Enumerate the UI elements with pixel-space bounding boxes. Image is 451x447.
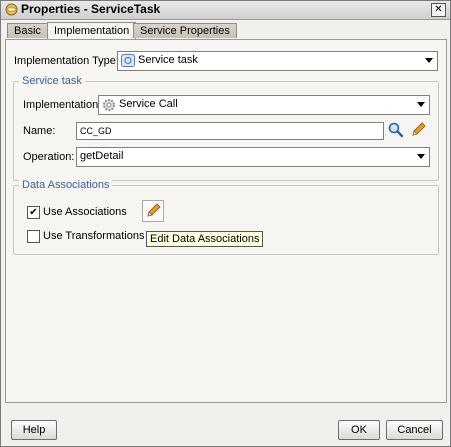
use-associations-label: Use Associations (43, 206, 127, 218)
implementation-panel: Implementation Type: Service task Servic… (5, 39, 447, 403)
edit-data-associations-button[interactable] (142, 200, 164, 222)
service-task-group: Service task Implementation: Service Cal… (13, 75, 439, 181)
implementation-value: Service Call (119, 98, 178, 110)
edit-data-associations-tooltip: Edit Data Associations (146, 231, 264, 247)
properties-dialog: Properties - ServiceTask ✕ Basic Impleme… (0, 0, 451, 447)
name-field[interactable]: CC_GD (76, 122, 384, 140)
service-task-icon (121, 54, 135, 67)
name-label: Name: (23, 125, 56, 137)
implementation-dropdown[interactable]: Service Call (98, 95, 430, 115)
implementation-type-label: Implementation Type: (14, 55, 119, 67)
pencil-icon[interactable] (409, 121, 427, 139)
data-associations-group: Data Associations ✔ Use Associations Use… (13, 179, 439, 255)
cancel-button[interactable]: Cancel (386, 420, 443, 440)
tab-basic[interactable]: Basic (7, 23, 48, 38)
operation-label: Operation: (23, 151, 75, 163)
use-transformations-checkbox[interactable] (27, 230, 40, 243)
use-transformations-label: Use Transformations (43, 230, 145, 242)
gear-icon (103, 99, 115, 111)
close-icon[interactable]: ✕ (431, 3, 446, 17)
properties-icon (5, 3, 18, 16)
implementation-type-dropdown[interactable]: Service task (117, 51, 438, 71)
chevron-down-icon (425, 58, 433, 63)
search-icon[interactable] (387, 121, 405, 139)
use-associations-checkbox[interactable]: ✔ (27, 206, 40, 219)
data-associations-group-title: Data Associations (19, 179, 113, 191)
window-title: Properties - ServiceTask (21, 2, 161, 16)
ok-button[interactable]: OK (338, 420, 380, 440)
name-value: CC_GD (80, 126, 112, 136)
operation-value: getDetail (80, 150, 124, 162)
chevron-down-icon (417, 154, 425, 159)
chevron-down-icon (417, 102, 425, 107)
operation-dropdown[interactable]: getDetail (76, 147, 430, 167)
help-button[interactable]: Help (11, 420, 57, 440)
pencil-icon (147, 203, 161, 217)
tab-service-properties[interactable]: Service Properties (133, 23, 237, 38)
implementation-type-value: Service task (138, 54, 198, 66)
service-task-group-title: Service task (19, 75, 85, 87)
implementation-label: Implementation: (23, 99, 102, 111)
title-bar[interactable]: Properties - ServiceTask ✕ (1, 1, 450, 20)
tab-implementation[interactable]: Implementation (47, 22, 137, 39)
